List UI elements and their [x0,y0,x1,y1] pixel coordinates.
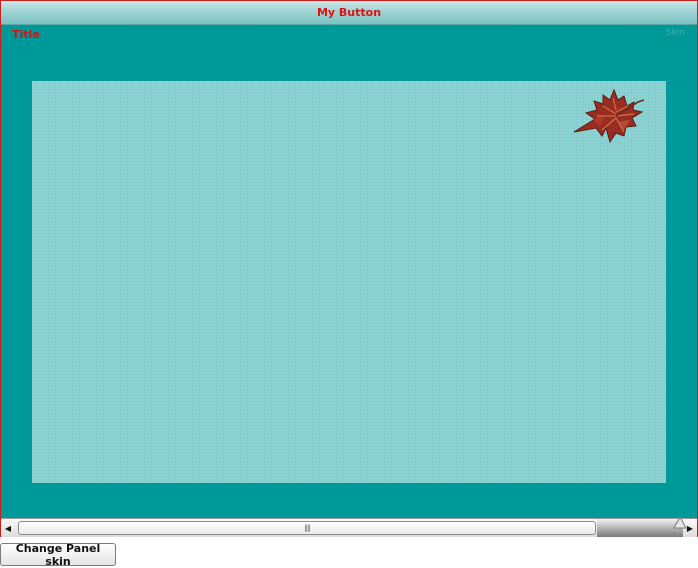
panel-faint-label: Skin [665,28,685,38]
panel-title: Title [12,28,40,41]
scroll-right-arrow-icon[interactable]: ▶ [683,519,697,537]
my-button-label: My Button [316,6,382,19]
scrollbar-thumb[interactable]: |||| [18,521,596,535]
change-panel-skin-label: Change Panel skin [15,541,101,568]
skinned-panel: My Button Title Skin ◀ |||| ▶ [0,0,698,537]
scrollbar-track[interactable] [597,519,683,537]
change-panel-skin-button[interactable]: Change Panel skin [0,541,116,568]
scroll-left-arrow-icon[interactable]: ◀ [1,519,15,537]
my-button[interactable]: My Button [1,1,697,25]
horizontal-scrollbar[interactable]: ◀ |||| ▶ [1,516,697,537]
thumb-grip: |||| [304,524,311,532]
maple-leaf-icon [573,88,645,144]
content-area [32,81,666,483]
